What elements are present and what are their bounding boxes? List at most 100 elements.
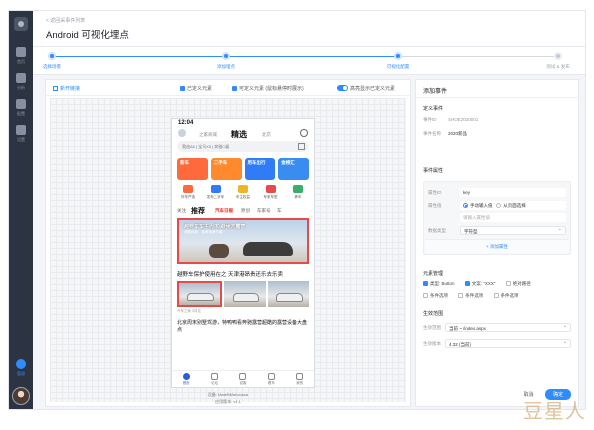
car-icon xyxy=(267,373,275,380)
step-4[interactable]: 测试 & 发布 xyxy=(541,52,575,70)
add-event-panel: 添加事件 定义事件 事件ID SHOE2020001 事件名称 2020新品 事… xyxy=(415,79,579,407)
open-link-icon xyxy=(53,86,58,91)
phone-search-bar[interactable]: 奥迪A6 | 宝马X5 | 奔驰C级 xyxy=(177,141,309,152)
page-title: Android 可视化埋点 xyxy=(46,30,129,41)
news-title-2[interactable]: 北京周末别墅驾游，特鸭鸭看奔驰露营超酷的露营设备大盘点 xyxy=(177,320,309,334)
field-label: 属性ID xyxy=(428,190,442,195)
match-row-2: 条件选项 条件选项 条件选项 xyxy=(423,293,571,299)
tile-ranking[interactable]: 金榜汇 xyxy=(278,158,309,180)
shortcut-item[interactable]: 车主权益 xyxy=(232,185,254,200)
banner-title: 越野车车主周末 跟我去露营 xyxy=(184,224,246,230)
shortcut-item[interactable]: 车系车型 xyxy=(260,185,282,200)
rail-item-label: 分析 xyxy=(17,85,25,90)
bottom-nav-label: 我的 xyxy=(296,381,304,385)
event-id-field[interactable]: SHOE2020001 xyxy=(445,115,571,124)
thumbnail[interactable] xyxy=(224,281,266,307)
shortcut-item[interactable]: 好车严选 xyxy=(177,185,199,200)
data-type-select[interactable]: 字符型 xyxy=(460,226,566,235)
feed-tabs: 关注 推荐 汽车日报 原创 车家号 车 xyxy=(177,206,309,215)
rail-item-settings[interactable]: 设置 xyxy=(9,125,33,143)
attr-value-input[interactable]: 请输入属性值 xyxy=(460,213,566,222)
shortcut-item[interactable]: 养车 xyxy=(287,185,309,200)
feed-tab-active[interactable]: 推荐 xyxy=(191,206,205,216)
rail-item-config[interactable]: 配置 xyxy=(9,99,33,117)
open-link-button[interactable]: 新开链接 xyxy=(53,85,80,92)
device-info: 设备: MateBMahoussa xyxy=(207,392,249,397)
feed-tab[interactable]: 关注 xyxy=(177,208,186,214)
highlight-toggle[interactable]: 高亮显示已定义元素 xyxy=(337,85,395,92)
text-checkbox[interactable]: 文案: "XXX" xyxy=(464,281,495,286)
tile-used-car[interactable]: 二手车 xyxy=(210,158,242,180)
phone-status-time: 12:04 xyxy=(178,120,194,126)
bottom-nav-me[interactable]: 我的 xyxy=(289,371,311,387)
bottom-nav-label: 论坛 xyxy=(211,381,219,385)
feed-tab[interactable]: 车 xyxy=(277,208,282,214)
radio-manual[interactable] xyxy=(463,203,468,208)
step-3[interactable]: 可视化配置 xyxy=(381,52,415,70)
highlighted-banner[interactable]: 越野车车主周末 跟我去露营 领略风景，独享驾驶乐趣 xyxy=(177,218,309,264)
condition-checkbox[interactable]: 条件选项 xyxy=(458,293,483,298)
scan-icon[interactable] xyxy=(298,143,305,150)
rail-item-analysis[interactable]: 分析 xyxy=(9,73,33,91)
back-breadcrumb[interactable]: < 返回采事件列表 xyxy=(46,17,85,24)
thumbnail[interactable] xyxy=(267,281,309,307)
rail-item-home[interactable]: 首页 xyxy=(9,47,33,65)
thumbnail-selected[interactable] xyxy=(177,281,223,307)
app-logo xyxy=(14,17,28,31)
checkbox-icon xyxy=(464,281,470,286)
tile-travel[interactable]: 用车出行 xyxy=(244,158,276,180)
section-scope: 生效范围 xyxy=(423,311,444,317)
config-icon xyxy=(16,99,26,109)
user-avatar[interactable] xyxy=(12,387,30,405)
message-icon[interactable] xyxy=(300,129,308,137)
feed-tab[interactable]: 汽车日报 xyxy=(215,208,233,214)
bottom-nav-cars[interactable]: 看车 xyxy=(260,371,282,387)
shortcut-item[interactable]: 发布二手车 xyxy=(205,185,227,200)
feed-tab[interactable]: 车家号 xyxy=(257,208,271,214)
avatar-icon[interactable] xyxy=(178,129,186,137)
gear-icon xyxy=(16,359,26,369)
defined-elements-checkbox[interactable]: 已定义元素 xyxy=(180,85,212,92)
maintenance-icon xyxy=(293,185,303,193)
definable-elements-checkbox[interactable]: 可定义元素 (鼠标悬停时展示) xyxy=(232,85,304,92)
step-1[interactable]: 选择场景 xyxy=(39,52,65,70)
version-select[interactable]: 4.32 (当前) xyxy=(445,339,571,348)
tile-new-car[interactable]: 新车 xyxy=(177,158,208,180)
checkbox-label: 条件选项 xyxy=(465,293,484,298)
shortcut-label: 车系车型 xyxy=(263,195,278,199)
banner-subtitle: 领略风景，独享驾驶乐趣 xyxy=(184,230,223,234)
checkbox-label: 可定义元素 (鼠标悬停时展示) xyxy=(239,86,304,92)
open-link-label: 新开链接 xyxy=(60,86,81,92)
nav-tab-selected[interactable]: 精选 xyxy=(231,129,247,140)
nav-city[interactable]: 北京 xyxy=(262,132,271,138)
attr-id-field[interactable]: key xyxy=(460,188,566,197)
shortcut-label: 养车 xyxy=(294,195,302,199)
bottom-nav-talk[interactable]: 说客 xyxy=(232,371,254,387)
radio-label: 手动输入值 xyxy=(470,203,493,208)
path-checkbox[interactable]: 绝对路径 xyxy=(505,281,531,286)
event-name-field[interactable]: 2020新品 xyxy=(445,129,571,138)
feed-tab[interactable]: 原创 xyxy=(241,208,250,214)
search-placeholder: 奥迪A6 | 宝马X5 | 奔驰C级 xyxy=(182,144,230,149)
canvas-toolbar: 新开链接 已定义元素 可定义元素 (鼠标悬停时展示) 高亮显示已定义元素 xyxy=(46,80,410,96)
version-row: 生效版本 4.32 (当前) xyxy=(423,339,571,349)
rail-item-manage[interactable]: 管理 xyxy=(9,359,33,377)
toggle-label: 高亮显示已定义元素 xyxy=(350,86,396,92)
type-checkbox[interactable]: 类型: Button xyxy=(423,281,455,286)
bottom-nav-forum[interactable]: 论坛 xyxy=(204,371,226,387)
checkbox-label: 类型: Button xyxy=(430,281,455,286)
add-attribute-button[interactable]: + 添加属性 xyxy=(425,239,569,253)
step-2[interactable]: 添加埋点 xyxy=(213,52,239,70)
stepper-line-todo xyxy=(398,56,558,57)
scope-select[interactable]: 当前 ~ /index.aspx xyxy=(445,323,571,332)
news-title[interactable]: 越野车保护使用在之 天津港昂贵还乐去乐卖 xyxy=(177,270,309,278)
nav-tab-mall[interactable]: 之家商城 xyxy=(199,132,217,138)
shortcut-label: 好车严选 xyxy=(181,195,195,199)
checkbox-icon xyxy=(232,86,237,91)
radio-page[interactable] xyxy=(496,203,502,208)
bottom-nav-home[interactable]: 首页 xyxy=(175,371,197,387)
field-label: 事件ID xyxy=(423,117,437,122)
condition-checkbox[interactable]: 条件选项 xyxy=(493,293,519,298)
condition-checkbox[interactable]: 条件选项 xyxy=(423,293,448,298)
rail-item-label: 设置 xyxy=(17,137,25,142)
